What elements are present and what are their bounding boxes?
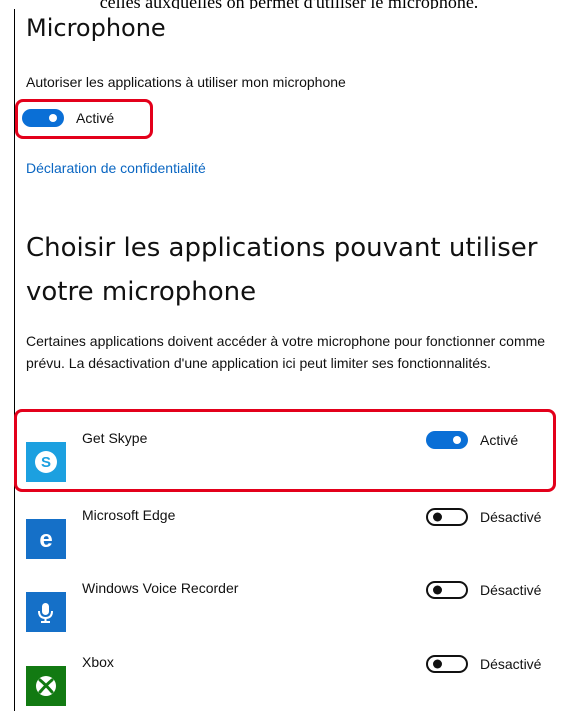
voice-recorder-icon	[26, 592, 66, 632]
app-toggle-row[interactable]: Désactivé	[426, 581, 541, 599]
app-row-xbox: Xbox Désactivé	[26, 654, 574, 716]
app-row-windows-voice-recorder: Windows Voice Recorder Désactivé	[26, 580, 574, 642]
app-row-microsoft-edge: e Microsoft Edge Désactivé	[26, 507, 574, 569]
app-toggle-state: Activé	[480, 432, 519, 448]
svg-text:e: e	[39, 526, 52, 552]
choose-apps-section-title: Choisir les applications pouvant utilise…	[26, 233, 538, 307]
app-toggle-xbox[interactable]	[426, 655, 468, 673]
app-toggle-row[interactable]: Désactivé	[426, 655, 541, 673]
edge-icon: e	[26, 519, 66, 559]
app-toggle-row[interactable]: Activé	[426, 431, 518, 449]
microphone-master-toggle-state: Activé	[76, 110, 115, 126]
app-toggle-get-skype[interactable]	[426, 431, 468, 449]
app-toggle-state: Désactivé	[480, 656, 542, 672]
allow-apps-label: Autoriser les applications à utiliser mo…	[26, 74, 346, 90]
app-name: Windows Voice Recorder	[82, 580, 239, 596]
app-row-get-skype: S Get Skype Activé	[26, 430, 574, 492]
app-toggle-microsoft-edge[interactable]	[426, 508, 468, 526]
choose-apps-description: Certaines applications doivent accéder à…	[26, 333, 546, 371]
app-name: Xbox	[82, 654, 114, 670]
app-toggle-state: Désactivé	[480, 509, 542, 525]
microphone-section-title: Microphone	[26, 14, 166, 42]
app-toggle-row[interactable]: Désactivé	[426, 508, 541, 526]
xbox-icon	[26, 666, 66, 706]
app-toggle-windows-voice-recorder[interactable]	[426, 581, 468, 599]
svg-text:S: S	[41, 454, 51, 471]
privacy-statement-link[interactable]: Déclaration de confidentialité	[26, 160, 206, 176]
skype-icon: S	[26, 442, 66, 482]
left-border-line	[14, 9, 15, 711]
page-caption: celles auxquelles on permet d'utiliser l…	[0, 0, 578, 9]
app-name: Microsoft Edge	[82, 507, 176, 523]
app-name: Get Skype	[82, 430, 148, 446]
microphone-master-toggle-row[interactable]: Activé	[22, 109, 114, 127]
app-toggle-state: Désactivé	[480, 582, 542, 598]
microphone-master-toggle[interactable]	[22, 109, 64, 127]
